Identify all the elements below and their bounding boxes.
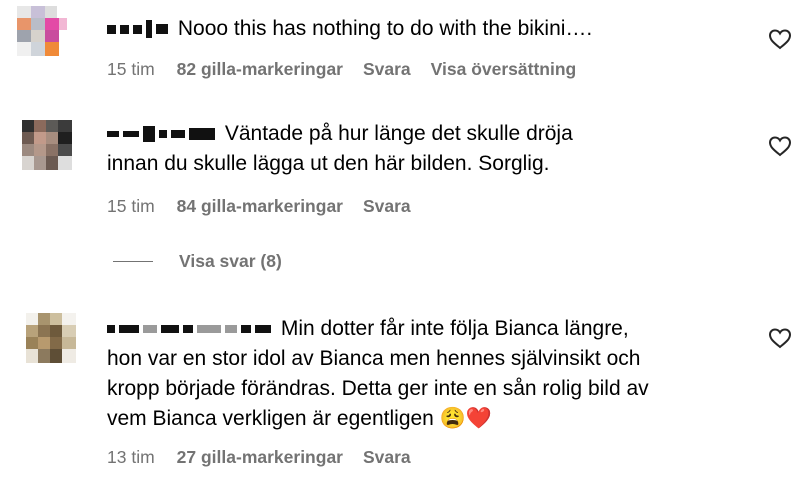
comment-meta: 13 tim 27 gilla-markeringar Svara: [107, 447, 431, 468]
view-replies-button[interactable]: Visa svar (8): [113, 251, 282, 272]
redacted-username[interactable]: [107, 122, 225, 145]
reply-button[interactable]: Svara: [363, 447, 411, 467]
avatar[interactable]: [26, 313, 76, 363]
translate-button[interactable]: Visa översättning: [431, 59, 577, 79]
comment-meta: 15 tim 84 gilla-markeringar Svara: [107, 196, 431, 217]
timestamp: 15 tim: [107, 196, 155, 216]
view-replies-label: Visa svar (8): [179, 251, 282, 271]
redacted-username[interactable]: [107, 17, 178, 40]
avatar[interactable]: [17, 6, 67, 56]
reply-button[interactable]: Svara: [363, 196, 411, 216]
timestamp: 15 tim: [107, 59, 155, 79]
reply-button[interactable]: Svara: [363, 59, 411, 79]
redacted-username[interactable]: [107, 317, 281, 340]
heart-icon[interactable]: [768, 135, 792, 157]
comment-text: Min dotter får inte följa Bianca längre,…: [107, 317, 649, 430]
comment-text: Nooo this has nothing to do with the bik…: [107, 14, 727, 44]
avatar[interactable]: [22, 120, 72, 170]
heart-icon[interactable]: [768, 327, 792, 349]
likes-count-link[interactable]: 27 gilla-markeringar: [177, 447, 343, 467]
likes-count-link[interactable]: 84 gilla-markeringar: [177, 196, 343, 216]
emoji: 😩❤️: [439, 407, 492, 430]
heart-icon[interactable]: [768, 28, 792, 50]
comment-meta: 15 tim 82 gilla-markeringar Svara Visa över…: [107, 59, 576, 80]
comment-text: Väntade på hur länge det skulle dröja in…: [107, 122, 573, 175]
timestamp: 13 tim: [107, 447, 155, 467]
likes-count-link[interactable]: 82 gilla-markeringar: [177, 59, 343, 79]
divider-line: [113, 261, 153, 262]
